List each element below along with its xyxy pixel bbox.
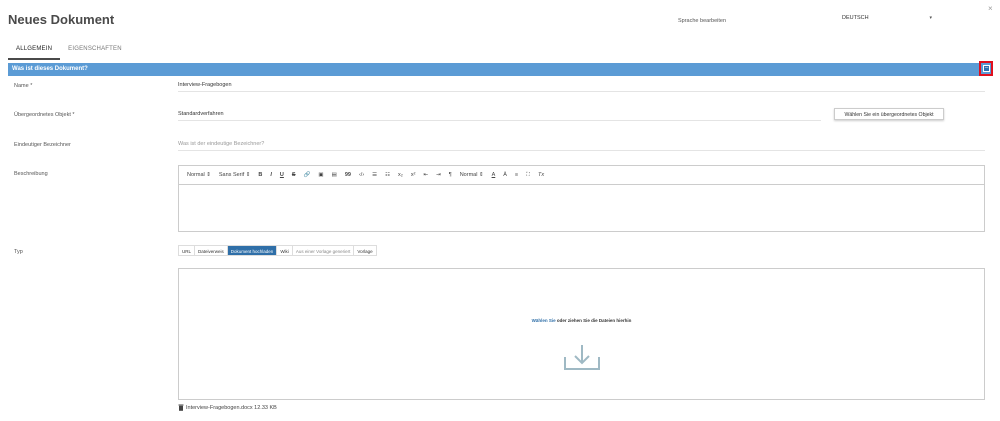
type-from-template[interactable]: Aus einer Vorlage generiert (293, 246, 355, 255)
align-icon[interactable]: ≡ (515, 172, 518, 178)
download-icon (564, 345, 600, 370)
uploaded-file: Interview-Fragebogen.docx 12.33 KB (178, 404, 277, 411)
parent-label: Übergeordnetes Objekt * (14, 112, 75, 118)
tab-eigenschaften[interactable]: EIGENSCHAFTEN (60, 42, 130, 60)
fullscreen-icon[interactable]: ⛶ (526, 172, 530, 179)
background-color-icon[interactable]: Ā (503, 172, 507, 178)
strike-button[interactable]: S (292, 172, 296, 178)
language-select[interactable]: DEUTSCH ▾ (842, 15, 938, 25)
subscript-icon[interactable]: x₂ (398, 172, 403, 178)
type-label: Typ (14, 249, 23, 255)
font-select[interactable]: Sans Serif ⇕ (219, 172, 251, 178)
select-parent-button[interactable]: Wählen Sie ein übergeordnetes Objekt (834, 108, 944, 120)
code-icon[interactable]: ‹/› (359, 172, 364, 178)
minus-icon: – (983, 65, 990, 72)
type-wiki[interactable]: Wiki (277, 246, 293, 255)
tab-bar: ALLGEMEIN EIGENSCHAFTEN (8, 42, 130, 60)
description-label: Beschreibung (14, 171, 48, 177)
type-upload-document[interactable]: Dokument hochladen (227, 246, 278, 255)
section-title: Was ist dieses Dokument? (12, 66, 88, 72)
type-template[interactable]: Vorlage (354, 246, 375, 255)
dropzone-text: Wählen Sie oder ziehen Sie die Dateien h… (531, 318, 632, 323)
bullet-list-icon[interactable]: ☷ (385, 172, 390, 178)
video-icon[interactable]: ▤ (332, 172, 337, 178)
underline-button[interactable]: U (280, 172, 284, 178)
identifier-input[interactable]: Was ist der eindeutige Bezeichner? (178, 139, 985, 151)
page-title: Neues Dokument (8, 12, 115, 27)
link-icon[interactable]: 🔗 (304, 172, 311, 178)
file-dropzone[interactable]: Wählen Sie oder ziehen Sie die Dateien h… (178, 268, 985, 400)
type-selector: URL Dateiverweis Dokument hochladen Wiki… (178, 245, 377, 256)
text-color-icon[interactable]: A (492, 172, 496, 178)
superscript-icon[interactable]: x² (411, 172, 416, 178)
blockquote-icon[interactable]: 99 (345, 172, 351, 178)
ordered-list-icon[interactable]: ☰ (372, 172, 377, 178)
editor-toolbar: Normal ⇕ Sans Serif ⇕ B I U S 🔗 ▣ ▤ 99 ‹… (179, 166, 984, 185)
text-direction-icon[interactable]: ¶ (449, 172, 452, 178)
outdent-icon[interactable]: ⇤ (424, 172, 429, 178)
image-icon[interactable]: ▣ (318, 172, 323, 178)
type-url[interactable]: URL (179, 246, 196, 255)
section-header: Was ist dieses Dokument? – (8, 61, 993, 76)
italic-button[interactable]: I (270, 172, 272, 178)
clear-format-icon[interactable]: Tx (538, 172, 544, 178)
type-file-reference[interactable]: Dateiverweis (195, 246, 228, 255)
trash-icon[interactable] (178, 404, 184, 411)
description-editor[interactable]: Normal ⇕ Sans Serif ⇕ B I U S 🔗 ▣ ▤ 99 ‹… (178, 165, 985, 232)
bold-button[interactable]: B (258, 172, 262, 178)
chevron-down-icon: ▾ (929, 15, 932, 21)
identifier-label: Eindeutiger Bezeichner (14, 142, 71, 148)
file-name: Interview-Fragebogen.docx 12.33 KB (186, 404, 277, 411)
language-value: DEUTSCH (842, 15, 869, 21)
heading-select[interactable]: Normal ⇕ (187, 172, 211, 178)
language-label: Sprache bearbeiten (678, 18, 727, 24)
size-select[interactable]: Normal ⇕ (460, 172, 484, 178)
name-field[interactable]: Interview-Fragebogen (178, 80, 985, 92)
parent-field[interactable]: Standardverfahren (178, 109, 821, 121)
close-icon[interactable]: × (988, 4, 993, 13)
tab-allgemein[interactable]: ALLGEMEIN (8, 42, 61, 60)
collapse-button[interactable]: – (979, 61, 993, 76)
choose-files-link[interactable]: Wählen Sie (532, 318, 556, 323)
indent-icon[interactable]: ⇥ (436, 172, 441, 178)
name-label: Name * (14, 83, 33, 89)
